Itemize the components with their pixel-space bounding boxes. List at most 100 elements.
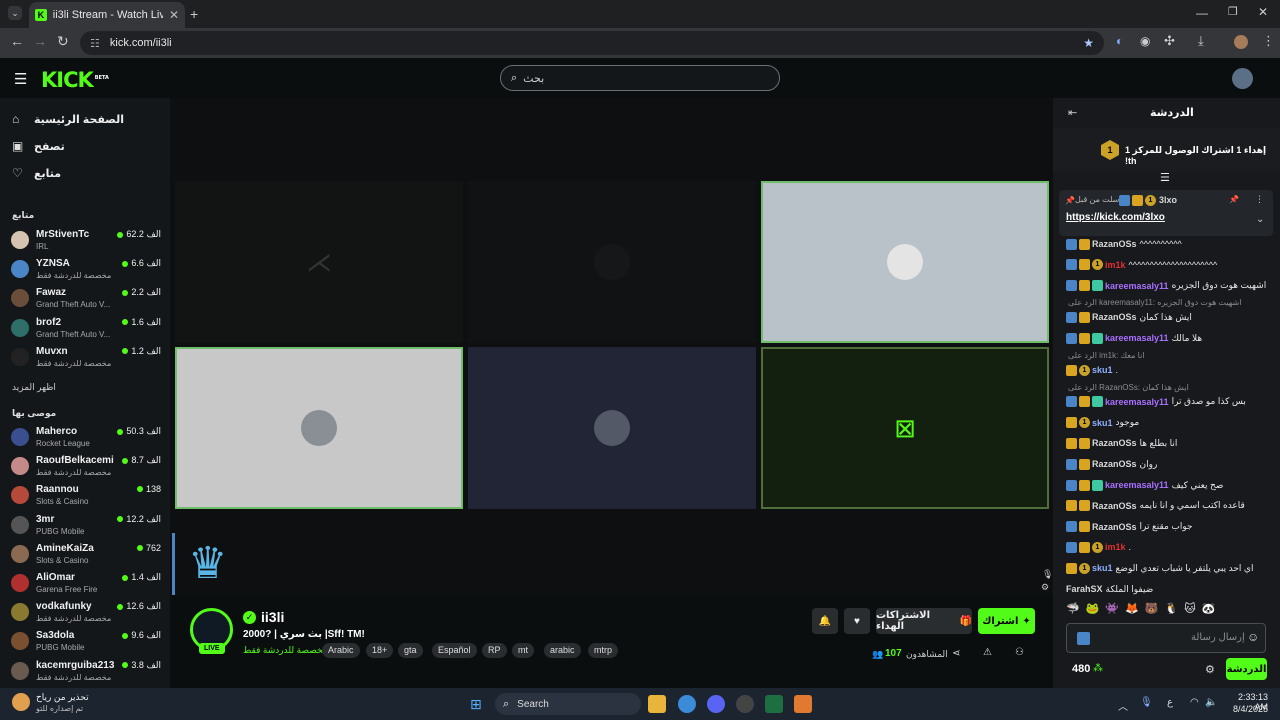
unpin-icon[interactable]: 📌 <box>1229 195 1239 204</box>
chat-message[interactable]: RazanOSs روان <box>1066 456 1276 472</box>
share-icon[interactable]: ⋖ <box>952 648 960 659</box>
channel-name[interactable]: ii3li <box>261 609 284 625</box>
extension-2-icon[interactable]: ◉ <box>1140 34 1150 48</box>
chat-username[interactable]: sku1 <box>1092 365 1113 375</box>
send-chat-button[interactable]: الدردشة <box>1226 658 1267 680</box>
bookmark-star-icon[interactable]: ★ <box>1083 36 1094 50</box>
restore-icon[interactable]: ❐ <box>1228 5 1238 18</box>
mic-tray-icon[interactable]: 🎙 <box>1140 697 1153 708</box>
extensions-puzzle-icon[interactable]: ✣ <box>1164 33 1175 49</box>
chat-message[interactable]: 1 im1k ^^^^^^^^^^^^^^^^^^^^^ <box>1066 257 1276 273</box>
chat-message[interactable]: 1 sku1. <box>1066 362 1276 378</box>
sidebar-channel-item[interactable]: MrStivenTc IRL 62.2 الف <box>11 229 161 255</box>
emote-icon[interactable]: 🐱 <box>1184 602 1195 618</box>
channel-points[interactable]: 480 <box>1072 663 1090 675</box>
chat-message[interactable]: RazanOSs جواب مقنع ترا <box>1066 519 1276 535</box>
clock-date[interactable]: 8/4/2025 <box>1224 704 1268 714</box>
subscribe-button[interactable]: اشتراك ✦ <box>978 608 1035 634</box>
chat-message[interactable]: kareemasaly11 صح يعني كيف <box>1066 477 1276 493</box>
emote-icon[interactable]: 🐸 <box>1086 602 1100 618</box>
sidebar-channel-item[interactable]: AliOmar Garena Free Fire 1.4 الف <box>11 572 161 598</box>
forward-icon[interactable]: → <box>33 33 47 49</box>
settings-small-icon[interactable]: ⚙ <box>1041 582 1049 593</box>
stream-tag[interactable]: gta <box>398 643 423 658</box>
hamburger-menu-icon[interactable]: ☰ <box>14 70 27 88</box>
chat-message[interactable]: 1 im1k. <box>1066 539 1276 555</box>
pinned-link[interactable]: https://kick.com/3lxo <box>1066 212 1165 223</box>
chat-username[interactable]: im1k <box>1105 542 1126 552</box>
stream-tag[interactable]: Español <box>432 643 477 658</box>
emoji-picker-icon[interactable]: ☺ <box>1247 630 1259 644</box>
stream-tag[interactable]: Arabic <box>322 643 360 658</box>
chat-username[interactable]: RazanOSs <box>1092 239 1137 249</box>
discord-icon[interactable] <box>707 695 725 713</box>
download-icon[interactable]: ⤓ <box>1198 33 1204 49</box>
sidebar-channel-item[interactable]: Raannou Slots & Casino 138 <box>11 484 161 510</box>
sidebar-channel-item[interactable]: brof2 Grand Theft Auto V... 1.6 الف <box>11 317 161 343</box>
stream-tag[interactable]: RP <box>482 643 507 658</box>
close-tab-icon[interactable]: ✕ <box>169 8 179 22</box>
chat-message[interactable]: RazanOSs قاعده اكتب اسمي و انا نايمه <box>1066 498 1276 514</box>
file-explorer-icon[interactable] <box>648 695 666 713</box>
chat-message[interactable]: 1 sku1 موجود <box>1066 415 1276 431</box>
windows-start-icon[interactable]: ⊞ <box>470 696 482 713</box>
show-more-link[interactable]: اظهر المزيد <box>12 382 56 393</box>
chat-message[interactable]: kareemasaly11 اشهيت هوت دوق الجزيره <box>1066 278 1276 294</box>
minimize-icon[interactable]: — <box>1196 6 1208 20</box>
emote-icon[interactable]: 👾 <box>1105 602 1119 618</box>
terminal-icon[interactable] <box>765 695 783 713</box>
chrome-icon[interactable] <box>678 695 696 713</box>
chat-username[interactable]: sku1 <box>1092 563 1113 573</box>
stream-tag[interactable]: 18+ <box>366 643 394 658</box>
chat-message[interactable]: kareemasaly11 بس كذا مو صدق ترا <box>1066 394 1276 410</box>
volume-icon[interactable]: 🔈 <box>1205 697 1217 708</box>
mic-icon[interactable]: 🎙 <box>1042 569 1053 580</box>
chat-username[interactable]: kareemasaly11 <box>1105 281 1169 291</box>
sidebar-channel-item[interactable]: Fawaz Grand Theft Auto V... 2.2 الف <box>11 287 161 313</box>
kick-logo[interactable]: KICK BETA <box>41 68 109 92</box>
language-indicator[interactable]: ع <box>1167 697 1173 708</box>
sidebar-channel-item[interactable]: kacemrguiba213 مخصصة للدردشة فقط 3.8 الف <box>11 660 161 686</box>
app-icon[interactable] <box>736 695 754 713</box>
back-icon[interactable]: ← <box>10 33 24 49</box>
window-close-icon[interactable]: ✕ <box>1258 5 1268 19</box>
video-player[interactable]: ⋌ ⊠ ♛ 🎙 ⚙ <box>170 98 1053 595</box>
chat-username[interactable]: RazanOSs <box>1092 522 1137 532</box>
emote-bar[interactable]: 🦈 🐸 👾 🦊 🐻 🐧 🐱 🐼 <box>1066 602 1266 618</box>
pinned-user[interactable]: 3lxo <box>1159 195 1177 205</box>
expand-chevron-icon[interactable]: ⌄ <box>1256 214 1264 225</box>
browser-menu-icon[interactable]: ⋮ <box>1262 33 1275 49</box>
sidebar-channel-item[interactable]: Sa3dola PUBG Mobile 9.6 الف <box>11 630 161 656</box>
raid-icon[interactable]: ⚇ <box>1015 647 1024 658</box>
browser-tab[interactable]: K ii3li Stream - Watch Live on Kick ✕ <box>29 2 185 28</box>
chat-username[interactable]: FarahSX <box>1066 584 1103 594</box>
chat-username[interactable]: RazanOSs <box>1092 501 1137 511</box>
chat-message[interactable]: RazanOSs ^^^^^^^^^^ <box>1066 236 1276 252</box>
sidebar-channel-item[interactable]: vodkafunky مخصصة للدردشة فقط 12.6 الف <box>11 601 161 627</box>
user-avatar[interactable] <box>1232 68 1253 89</box>
sidebar-channel-item[interactable]: Maherco Rocket League 50.3 الف <box>11 426 161 452</box>
sidebar-channel-item[interactable]: YZNSA مخصصة للدردشة فقط 6.6 الف <box>11 258 161 284</box>
chat-username[interactable]: RazanOSs <box>1092 459 1137 469</box>
chat-message[interactable]: RazanOSs انا بطلع ها <box>1066 435 1276 451</box>
chat-message[interactable]: 1 sku1 اي احد يبي يلتفر يا شباب تعدي الوضع <box>1066 560 1276 576</box>
extension-icon[interactable]: ◐ <box>1116 34 1123 48</box>
gift-subs-button[interactable]: الاشتراكات الهداء 🎁 <box>876 608 972 634</box>
chat-message[interactable]: kareemasaly11 هلا مالك <box>1066 330 1276 346</box>
chat-filter-icon[interactable]: ☰ <box>1160 171 1170 184</box>
chat-username[interactable]: kareemasaly11 <box>1105 333 1169 343</box>
stream-tag[interactable]: mt <box>512 643 534 658</box>
emote-icon[interactable]: 🐧 <box>1165 602 1179 618</box>
report-icon[interactable]: ⚠ <box>983 647 992 658</box>
chat-username[interactable]: kareemasaly11 <box>1105 480 1169 490</box>
chat-username[interactable]: RazanOSs <box>1092 312 1137 322</box>
sidebar-nav-following[interactable]: ♡ متابع <box>12 166 61 180</box>
emote-icon[interactable]: 🐻 <box>1145 602 1159 618</box>
chat-message[interactable]: FarahSX ضيفوا الملكة <box>1066 581 1276 597</box>
collapse-chat-icon[interactable]: ⇤ <box>1068 106 1077 119</box>
reload-icon[interactable]: ↻ <box>57 33 69 50</box>
new-tab-icon[interactable]: + <box>190 6 198 22</box>
site-info-icon[interactable]: ☷ <box>90 37 100 50</box>
chat-username[interactable]: RazanOSs <box>1092 438 1137 448</box>
emote-icon[interactable]: 🦊 <box>1125 602 1139 618</box>
